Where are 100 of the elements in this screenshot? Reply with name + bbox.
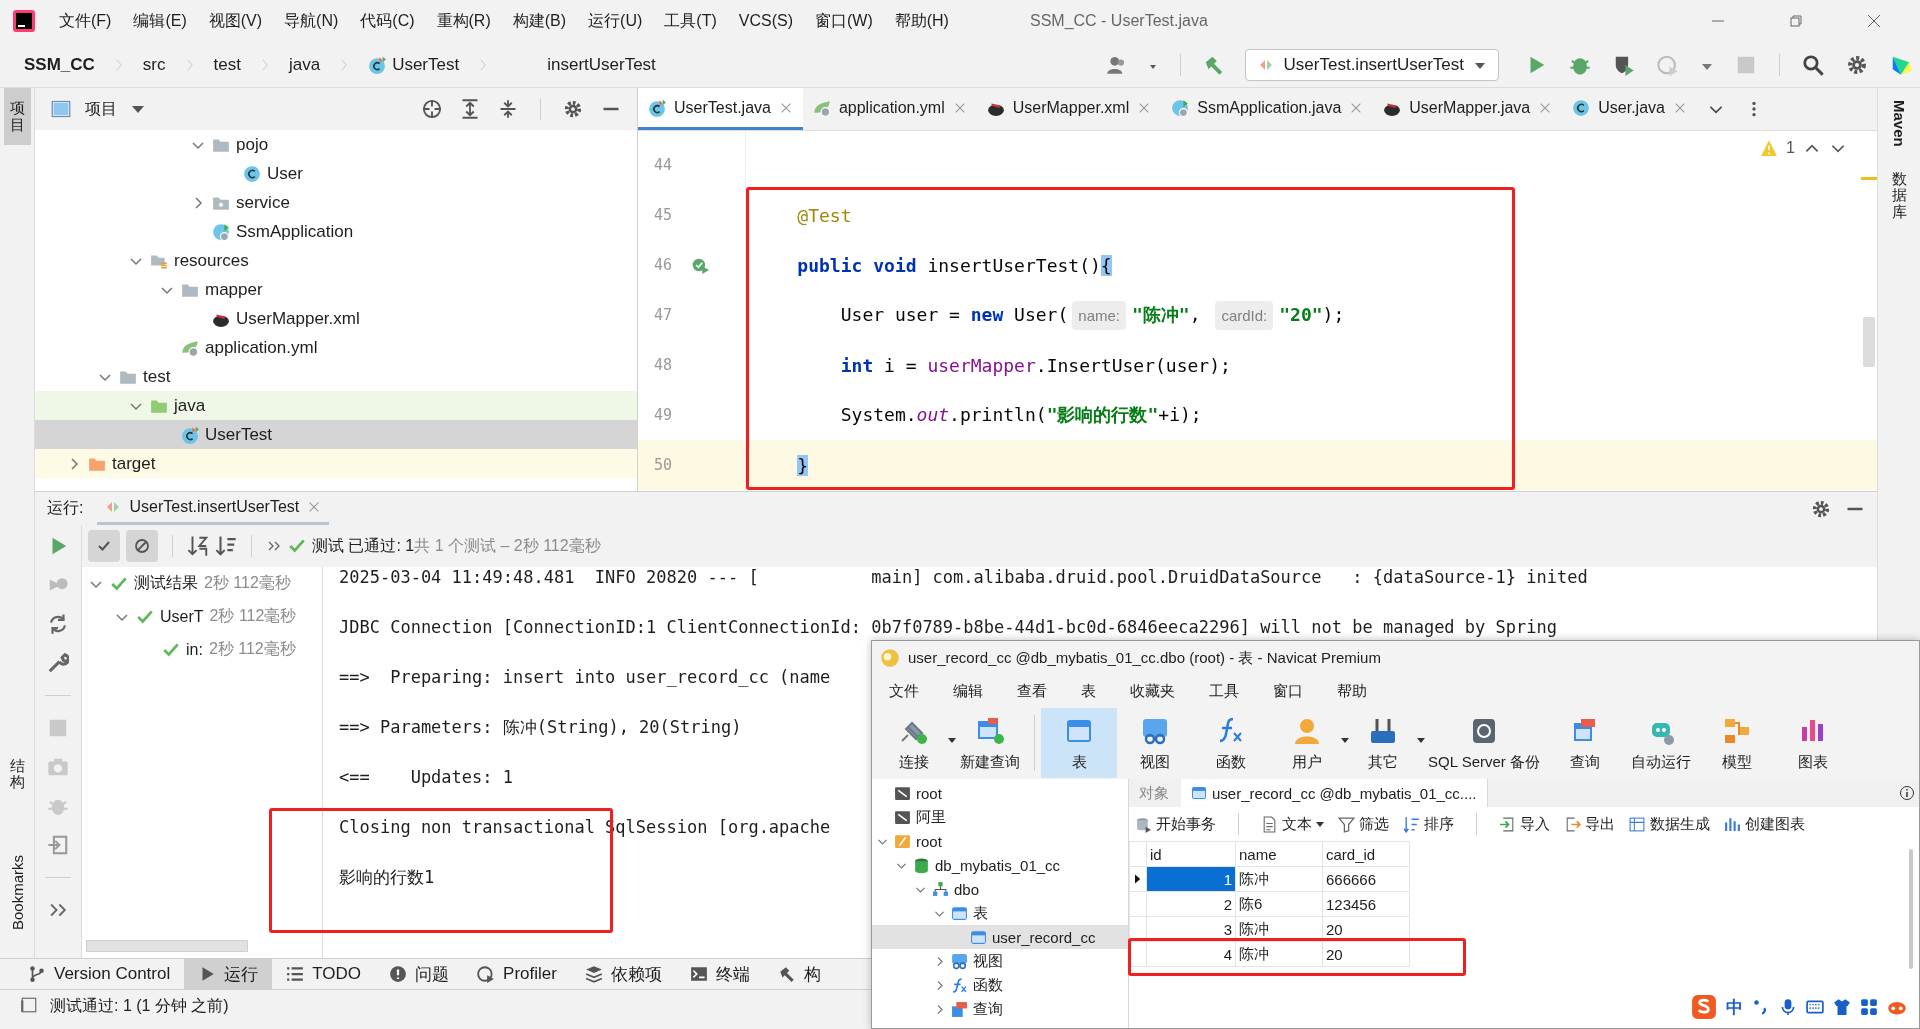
users-icon[interactable]	[1105, 54, 1126, 75]
toolbar-button[interactable]: 连接	[876, 708, 952, 778]
tree-item[interactable]: mapper	[35, 275, 637, 304]
menu-item[interactable]: 代码(C)	[349, 10, 426, 32]
toolbar-button[interactable]: 文本	[1261, 814, 1324, 834]
tool-window-button[interactable]: 构	[763, 959, 835, 989]
test-tree-item[interactable]: in: 2秒 112毫秒	[82, 633, 322, 666]
tree-item[interactable]: service	[35, 188, 637, 217]
toolbar-button[interactable]: 用户	[1269, 708, 1345, 778]
menu-item[interactable]: 查看	[1000, 681, 1064, 701]
warning-marker[interactable]	[1861, 177, 1877, 180]
table-cell[interactable]: 20	[1322, 941, 1410, 967]
tree-item[interactable]: 查询	[872, 997, 1128, 1021]
show-ignored-icon[interactable]	[126, 530, 158, 562]
breadcrumb[interactable]: java	[284, 54, 325, 75]
shirt-icon[interactable]	[1833, 998, 1851, 1016]
menu-item[interactable]: 编辑	[936, 681, 1000, 701]
toolbar-button[interactable]: 模型	[1699, 708, 1775, 778]
breadcrumb[interactable]: test	[209, 54, 245, 75]
toolbar-button[interactable]: 其它	[1345, 708, 1421, 778]
crosshair-icon[interactable]	[422, 99, 442, 119]
menu-item[interactable]: 重构(R)	[425, 10, 502, 32]
toolbar-button[interactable]: 视图	[1117, 708, 1193, 778]
table-cell[interactable]: 123456	[1322, 891, 1410, 917]
toolbar-button[interactable]: 开始事务	[1135, 814, 1216, 834]
wrench-icon[interactable]	[47, 652, 69, 674]
menu-item[interactable]: 收藏夹	[1113, 681, 1192, 701]
table-cell[interactable]: 1	[1146, 866, 1236, 892]
toolbar-button[interactable]: 函数	[1193, 708, 1269, 778]
tree-item[interactable]: db_mybatis_01_cc	[872, 853, 1128, 877]
panel-title[interactable]: 项目	[85, 98, 117, 120]
caret-icon[interactable]	[1341, 736, 1349, 744]
toolbar-button[interactable]: 创建图表	[1724, 814, 1805, 834]
editor-tab[interactable]: UserTest.java	[638, 88, 803, 130]
toolbar-button[interactable]: 导出	[1564, 814, 1615, 834]
settings-icon[interactable]	[1846, 53, 1868, 76]
caret-icon[interactable]	[1417, 736, 1425, 744]
tree-item[interactable]: target	[35, 449, 637, 478]
scrollbar-thumb[interactable]	[1909, 849, 1913, 969]
tree-item[interactable]: root	[872, 829, 1128, 853]
toggle-auto-test-icon[interactable]	[47, 613, 69, 635]
column-header[interactable]: card_id	[1322, 841, 1410, 867]
run-tab[interactable]: UserTest.insertUserTest	[97, 492, 330, 525]
table-cell[interactable]: 陈冲	[1235, 866, 1323, 892]
tree-item[interactable]: pojo	[35, 130, 637, 159]
table-cell[interactable]: 20	[1322, 916, 1410, 942]
toolbar-button[interactable]: 新建查询	[952, 708, 1028, 778]
show-passed-icon[interactable]	[88, 530, 120, 562]
warning-count[interactable]: 1	[1786, 139, 1795, 157]
menu-item[interactable]: VCS(S)	[727, 12, 804, 30]
sort-alpha-icon[interactable]	[187, 535, 209, 557]
layout-icon[interactable]	[20, 996, 38, 1014]
editor-tab[interactable]: UserMapper.java	[1373, 88, 1563, 130]
tree-item[interactable]: test	[35, 362, 637, 391]
settings-icon[interactable]	[1811, 498, 1831, 519]
tree-item[interactable]: application.yml	[35, 333, 637, 362]
run-test-icon[interactable]	[691, 256, 709, 274]
editor-tab[interactable]: application.yml	[802, 88, 977, 130]
tree-item[interactable]: User	[35, 159, 637, 188]
toolbar-button[interactable]: 表	[1041, 708, 1117, 778]
table-cell[interactable]: 3	[1146, 916, 1236, 942]
breadcrumb[interactable]: SSM_CC	[20, 54, 99, 75]
side-tab[interactable]: 项目	[3, 88, 31, 145]
toolbar-button[interactable]: 筛选	[1338, 814, 1389, 834]
settings-icon[interactable]	[563, 99, 583, 119]
menu-item[interactable]: 表	[1064, 681, 1113, 701]
menu-item[interactable]: 窗口	[1256, 681, 1320, 701]
breadcrumb[interactable]: UserTest	[364, 54, 464, 75]
table-cell[interactable]: 陈冲	[1235, 916, 1323, 942]
keyboard-icon[interactable]	[1806, 998, 1824, 1016]
tree-item[interactable]: 视图	[872, 949, 1128, 973]
apps-icon[interactable]	[1860, 998, 1878, 1016]
tool-window-button[interactable]: 运行	[184, 959, 273, 989]
menu-item[interactable]: 导航(N)	[273, 10, 350, 32]
menu-item[interactable]: 窗口(W)	[803, 10, 884, 32]
tree-item[interactable]: 函数	[872, 973, 1128, 997]
breadcrumb[interactable]: insertUserTest	[547, 54, 656, 75]
table-cell[interactable]: 666666	[1322, 866, 1410, 892]
menu-item[interactable]: 工具	[1192, 681, 1256, 701]
menu-item[interactable]: 编辑(E)	[122, 10, 198, 32]
editor-tab[interactable]: SsmApplication.java	[1161, 88, 1374, 130]
tool-window-button[interactable]: Version Control	[14, 959, 185, 989]
tool-window-button[interactable]: TODO	[272, 959, 376, 989]
tree-item[interactable]: java	[35, 391, 637, 420]
tool-window-button[interactable]: 终端	[675, 959, 764, 989]
menu-item[interactable]: 文件(F)	[48, 10, 123, 32]
collapse-all-icon[interactable]	[498, 99, 518, 119]
column-header[interactable]: id	[1146, 841, 1236, 867]
input-mode[interactable]: 中	[1726, 995, 1743, 1019]
caret-icon[interactable]	[948, 736, 956, 744]
menu-item[interactable]: 帮助(H)	[883, 10, 960, 32]
ime-logo-icon[interactable]	[1691, 994, 1717, 1020]
side-tab[interactable]: Maven	[1884, 88, 1914, 159]
exit-icon[interactable]	[47, 834, 69, 856]
tree-item[interactable]: 阿里	[872, 805, 1128, 829]
tree-item[interactable]: resources	[35, 246, 637, 275]
table-cell[interactable]: 4	[1146, 941, 1236, 967]
scrollbar-thumb[interactable]	[1863, 317, 1875, 367]
table-cell[interactable]: 陈冲	[1235, 941, 1323, 967]
tree-item[interactable]: 表	[872, 901, 1128, 925]
